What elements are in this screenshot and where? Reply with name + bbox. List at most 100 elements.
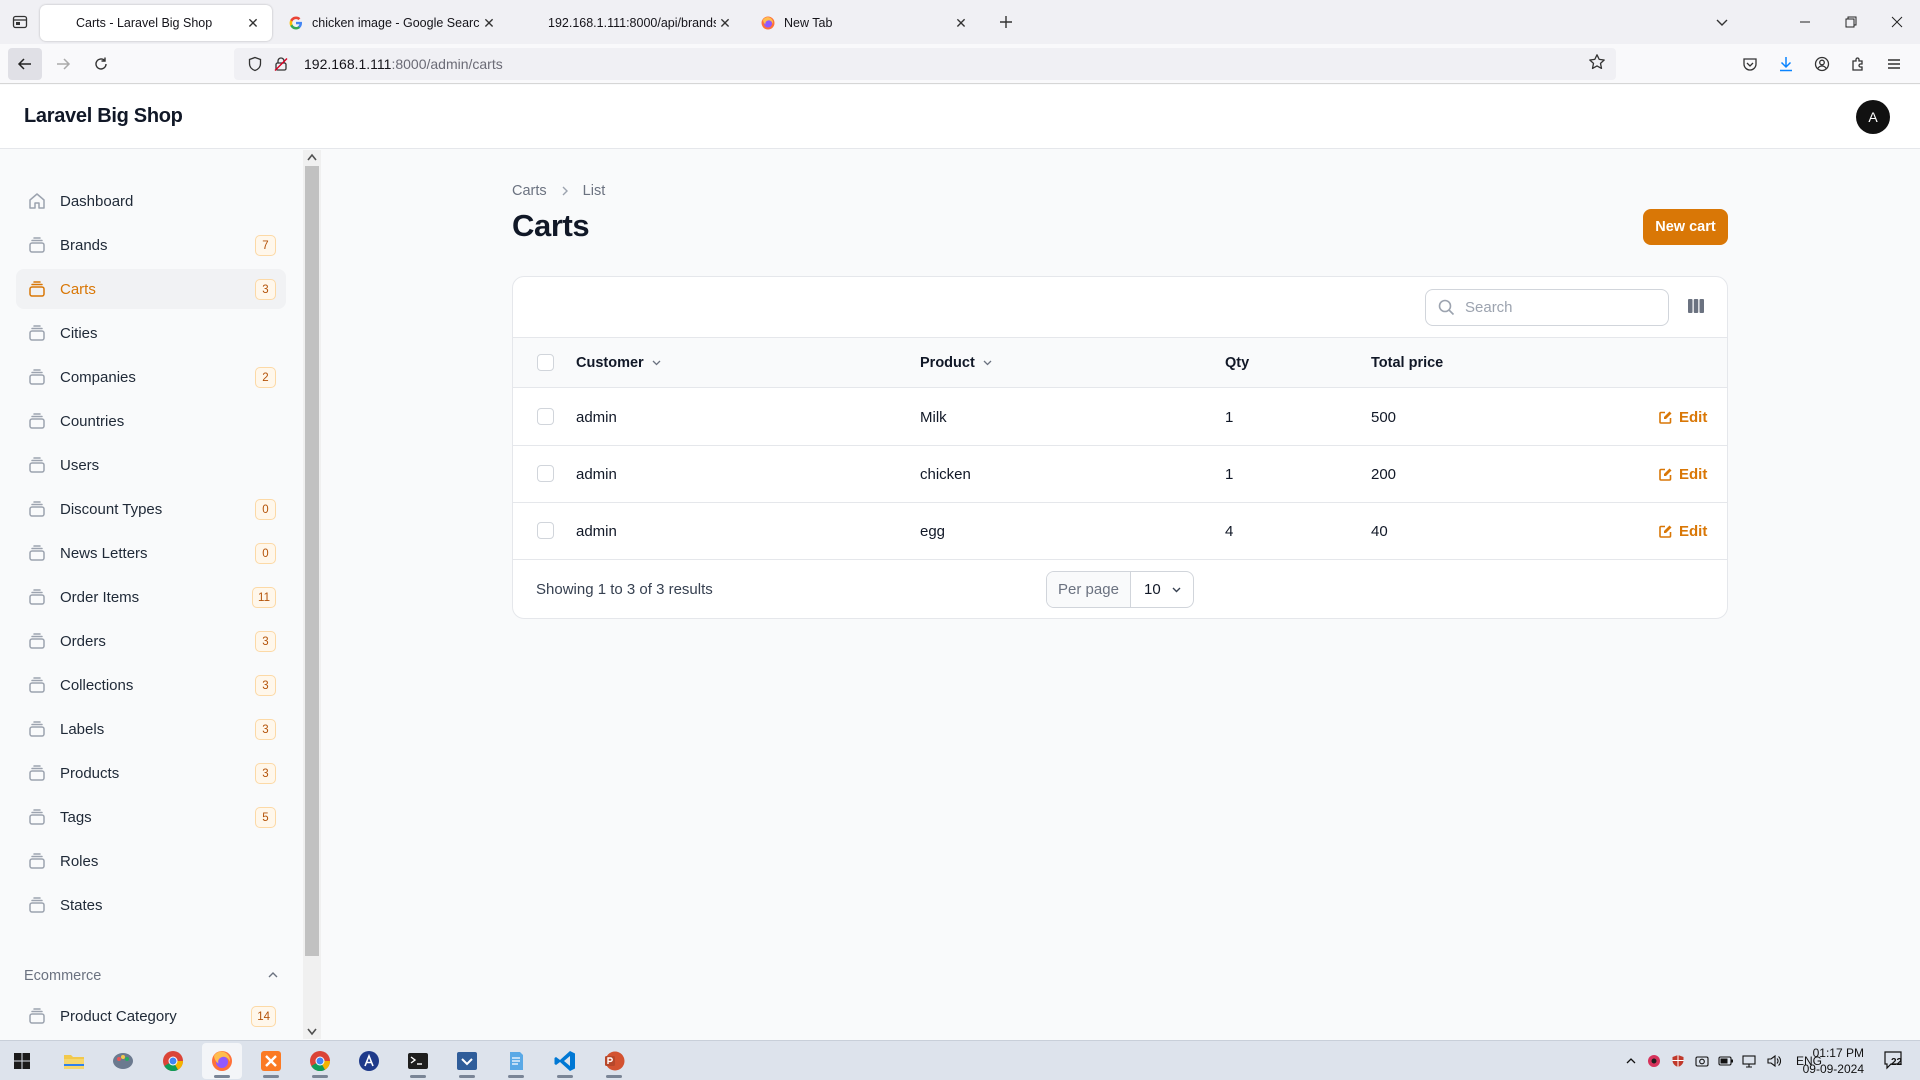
taskbar-xampp[interactable] [251,1043,291,1079]
table-row[interactable]: admin Milk 1 500 Edit [513,389,1727,446]
insecure-lock-icon[interactable] [270,53,292,75]
sidebar-item-labels[interactable]: Labels 3 [16,709,286,749]
firefox-icon [760,15,776,31]
sidebar-item-news-letters[interactable]: News Letters 0 [16,533,286,573]
forward-button[interactable] [46,48,80,80]
sidebar-item-product-category[interactable]: Product Category 14 [16,996,286,1036]
tab-api-brands[interactable]: 192.168.1.111:8000/api/brands ✕ [512,5,744,41]
tab-new-tab[interactable]: New Tab ✕ [748,5,980,41]
sidebar-item-orders[interactable]: Orders 3 [16,621,286,661]
clock[interactable]: 01:17 PM 09-09-2024 [1794,1045,1864,1077]
close-tab-icon[interactable]: ✕ [480,14,498,32]
sidebar-item-discount-types[interactable]: Discount Types 0 [16,489,286,529]
sidebar-item-label: Cities [60,324,98,342]
column-toggle-icon[interactable] [1687,297,1705,315]
avatar[interactable]: A [1856,100,1890,134]
minimize-button[interactable] [1782,0,1828,44]
sidebar-item-roles[interactable]: Roles [16,841,286,881]
chevron-up-icon[interactable] [1620,1055,1642,1067]
pocket-button[interactable] [1732,48,1768,80]
reload-button[interactable] [84,48,118,80]
sidebar-item-cities[interactable]: Cities [16,313,286,353]
account-button[interactable] [1804,48,1840,80]
tab-carts[interactable]: Carts - Laravel Big Shop ✕ [40,5,272,41]
cell-product: chicken [920,466,971,483]
sidebar-item-countries[interactable]: Countries [16,401,286,441]
search-input[interactable]: Search [1425,289,1669,326]
defender-shield-icon[interactable] [1666,1054,1690,1068]
edit-button[interactable]: Edit [1658,389,1707,446]
sidebar-scrollbar[interactable] [303,150,321,1039]
taskbar-notes[interactable] [496,1043,536,1079]
sidebar-item-order-items[interactable]: Order Items 11 [16,577,286,617]
list-all-tabs-button[interactable] [1702,0,1742,44]
per-page-select[interactable]: Per page 10 [1046,571,1194,608]
tracking-protection-icon[interactable] [244,53,266,75]
select-all-checkbox[interactable] [537,354,554,371]
brand-name[interactable]: Laravel Big Shop [24,105,183,128]
sidebar-item-tags[interactable]: Tags 5 [16,797,286,837]
sidebar-item-users[interactable]: Users [16,445,286,485]
taskbar-terminal[interactable] [398,1043,438,1079]
sidebar-group-ecommerce[interactable]: Ecommerce [24,964,280,988]
sidebar-item-label: Orders [60,632,106,650]
close-tab-icon[interactable]: ✕ [716,14,734,32]
notification-center-button[interactable]: 22 [1882,1049,1906,1073]
row-checkbox[interactable] [537,408,554,425]
extensions-button[interactable] [1840,48,1876,80]
start-button[interactable] [2,1043,42,1079]
taskbar-app-store[interactable] [349,1043,389,1079]
sidebar-item-label: Countries [60,412,125,430]
sidebar-item-carts[interactable]: Carts 3 [16,269,286,309]
taskbar-file-explorer[interactable] [54,1043,94,1079]
tray-app-icon[interactable] [1642,1054,1666,1068]
camera-icon[interactable] [1690,1054,1714,1068]
sidebar-item-companies[interactable]: Companies 2 [16,357,286,397]
column-customer[interactable]: Customer [576,338,662,387]
network-icon[interactable] [1738,1054,1762,1068]
firefox-view-button[interactable] [0,0,40,44]
tab-google-search[interactable]: chicken image - Google Search ✕ [276,5,508,41]
menu-button[interactable] [1876,48,1912,80]
scroll-up-arrow-icon[interactable] [307,153,317,161]
sidebar-item-brands[interactable]: Brands 7 [16,225,286,265]
page-favicon [524,15,540,31]
taskbar-powerpoint[interactable] [594,1043,634,1079]
new-tab-button[interactable] [988,4,1024,40]
downloads-button[interactable] [1768,48,1804,80]
sidebar-item-collections[interactable]: Collections 3 [16,665,286,705]
row-checkbox[interactable] [537,522,554,539]
taskbar-vscode[interactable] [545,1043,585,1079]
volume-icon[interactable] [1762,1054,1786,1068]
close-tab-icon[interactable]: ✕ [952,14,970,32]
per-page-value[interactable]: 10 [1131,572,1193,607]
taskbar-chrome-profile[interactable] [300,1043,340,1079]
taskbar-paint[interactable] [103,1043,143,1079]
table-row[interactable]: admin chicken 1 200 Edit [513,446,1727,503]
taskbar-installer[interactable] [447,1043,487,1079]
sidebar-item-dashboard[interactable]: Dashboard [16,181,286,221]
breadcrumb-carts[interactable]: Carts [512,183,547,199]
address-bar[interactable]: 192.168.1.111:8000/admin/carts [234,48,1616,80]
sidebar-item-products[interactable]: Products 3 [16,753,286,793]
scroll-down-arrow-icon[interactable] [307,1028,317,1036]
taskbar-chrome[interactable] [153,1043,193,1079]
row-checkbox[interactable] [537,465,554,482]
close-tab-icon[interactable]: ✕ [244,14,262,32]
bookmark-star-icon[interactable] [1588,53,1606,71]
column-product[interactable]: Product [920,338,993,387]
chevron-up-icon[interactable] [266,968,280,982]
close-window-button[interactable] [1874,0,1920,44]
battery-icon[interactable] [1714,1055,1738,1067]
edit-button[interactable]: Edit [1658,503,1707,560]
carts-table-card: Search Customer Product Qty Total price … [512,276,1728,619]
taskbar-firefox[interactable] [202,1043,242,1079]
edit-button[interactable]: Edit [1658,446,1707,503]
sidebar-item-states[interactable]: States [16,885,286,925]
scrollbar-thumb[interactable] [305,166,319,956]
column-qty: Qty [1225,338,1249,387]
back-button[interactable] [8,47,42,80]
restore-button[interactable] [1828,0,1874,44]
table-row[interactable]: admin egg 4 40 Edit [513,503,1727,560]
new-cart-button[interactable]: New cart [1643,209,1728,245]
